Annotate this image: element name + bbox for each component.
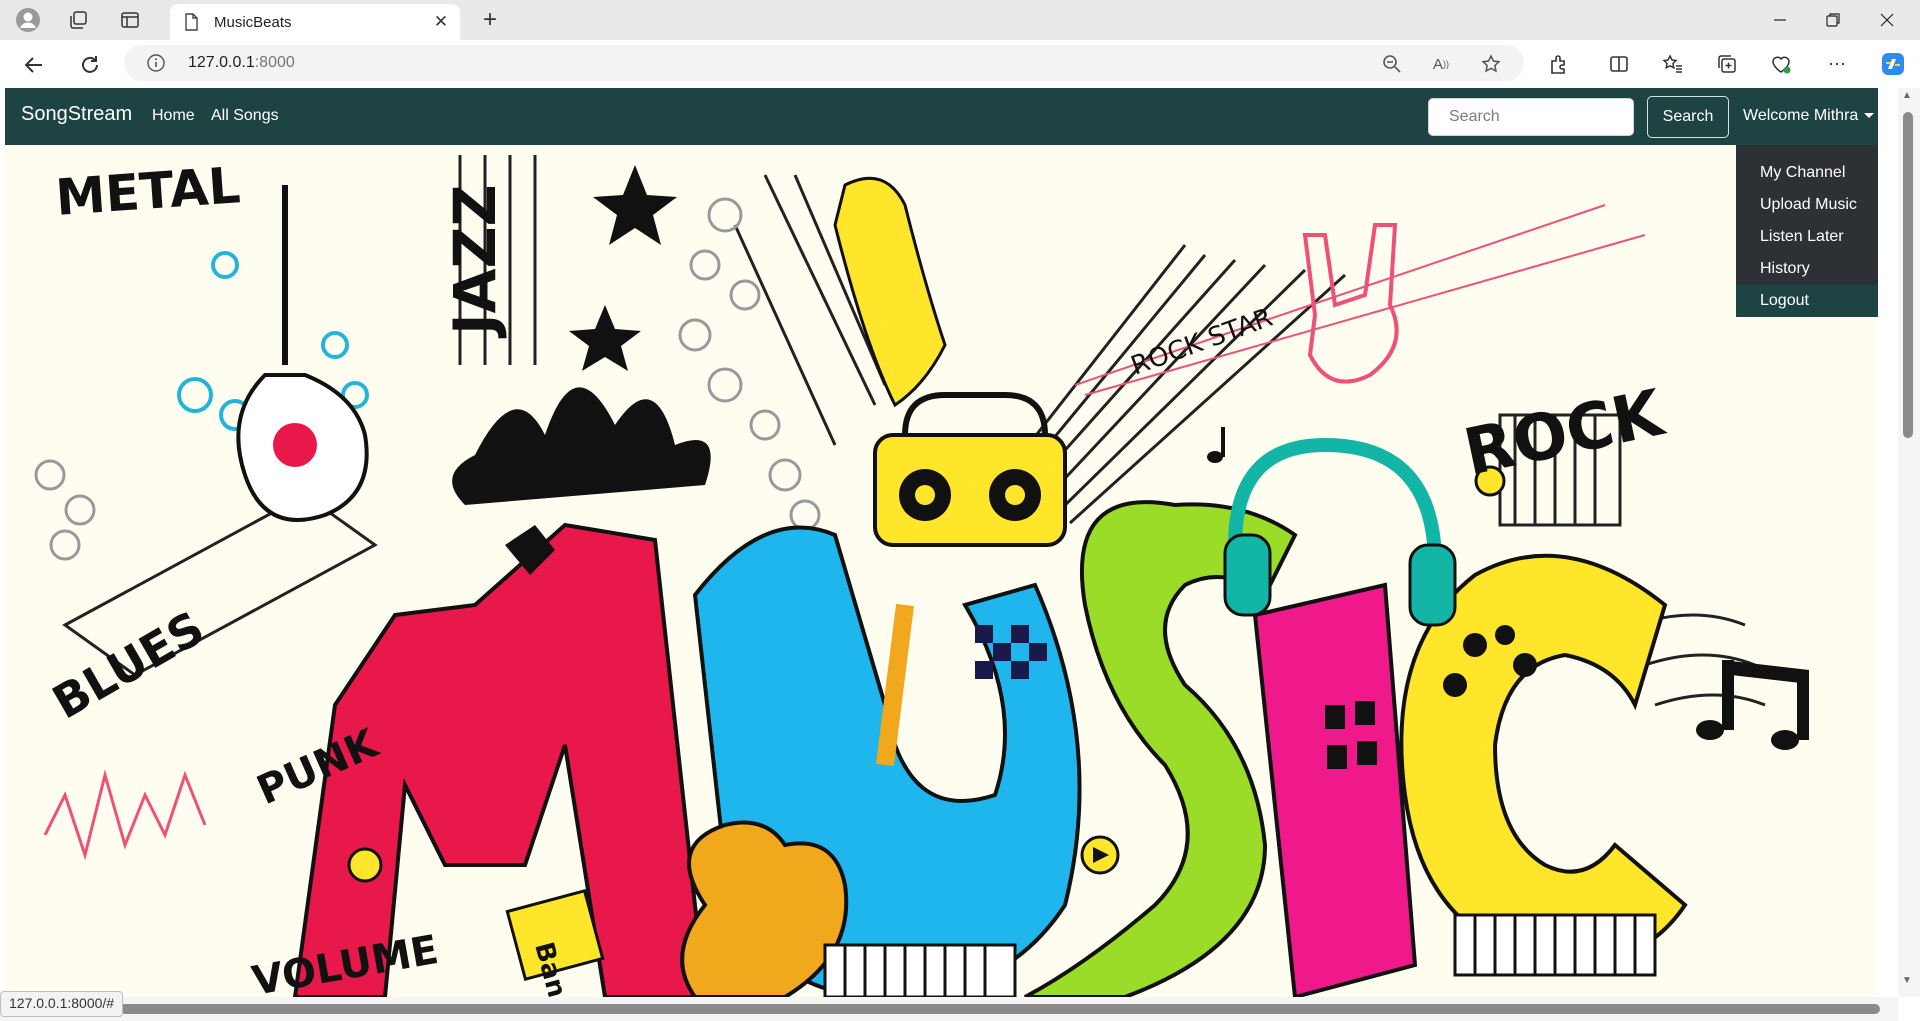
menu-item-logout[interactable]: Logout xyxy=(1736,285,1878,317)
url-port: :8000 xyxy=(254,54,295,71)
brand-link[interactable]: SongStream xyxy=(21,103,132,126)
workspaces-icon[interactable] xyxy=(64,6,92,34)
menu-item-label: Upload Music xyxy=(1760,196,1857,213)
menu-item-label: Logout xyxy=(1760,292,1809,309)
split-screen-icon[interactable] xyxy=(1606,51,1632,77)
vertical-scrollbar[interactable]: ▲ ▼ xyxy=(1898,88,1920,997)
menu-item-label: My Channel xyxy=(1760,164,1846,181)
caret-down-icon xyxy=(1864,113,1875,119)
restore-button[interactable] xyxy=(1808,0,1858,40)
nav-all-songs-link[interactable]: All Songs xyxy=(211,107,279,125)
menu-item-history[interactable]: History xyxy=(1736,253,1878,285)
page-viewport: SongStream Home All Songs Search Welcome… xyxy=(5,88,1878,997)
read-aloud-icon[interactable]: A)) xyxy=(1430,53,1452,75)
browser-essentials-icon[interactable] xyxy=(1768,51,1794,77)
search-button[interactable]: Search xyxy=(1647,96,1729,138)
horizontal-scrollbar[interactable] xyxy=(0,997,1898,1021)
status-bar-url: 127.0.0.1:8000/# xyxy=(0,991,124,1017)
music-hero-illustration: METAL BLUES PUNK JAZZ ROCK ROCK STAR Ban… xyxy=(5,145,1878,997)
more-options-icon[interactable]: ⋯ xyxy=(1824,51,1850,77)
tab-musicbeats[interactable]: MusicBeats ✕ xyxy=(170,4,460,40)
close-window-button[interactable] xyxy=(1862,0,1912,40)
tab-actions-icon[interactable] xyxy=(116,6,144,34)
scroll-down-arrow-icon[interactable]: ▼ xyxy=(1902,975,1912,986)
zoom-out-icon[interactable] xyxy=(1381,53,1403,75)
favorites-icon[interactable] xyxy=(1660,51,1686,77)
menu-item-listen-later[interactable]: Listen Later xyxy=(1736,221,1878,253)
menu-item-my-channel[interactable]: My Channel xyxy=(1736,157,1878,189)
extensions-icon[interactable] xyxy=(1546,51,1572,77)
new-tab-button[interactable]: + xyxy=(476,6,504,34)
app-navbar: SongStream Home All Songs Search Welcome… xyxy=(5,88,1878,145)
site-info-icon[interactable] xyxy=(146,53,166,73)
address-bar[interactable]: 127.0.0.1:8000 A)) xyxy=(124,45,1524,81)
user-menu-label: Welcome Mithra xyxy=(1743,107,1859,124)
user-dropdown-menu: My Channel Upload Music Listen Later His… xyxy=(1736,145,1878,317)
url-host: 127.0.0.1 xyxy=(188,54,255,71)
browser-toolbar: 127.0.0.1:8000 A)) ⋯ xyxy=(0,40,1920,88)
collections-icon[interactable] xyxy=(1714,51,1740,77)
menu-item-label: History xyxy=(1760,260,1810,277)
scroll-up-arrow-icon[interactable]: ▲ xyxy=(1902,90,1912,101)
menu-item-label: Listen Later xyxy=(1760,228,1844,245)
tab-title: MusicBeats xyxy=(214,13,292,31)
refresh-icon[interactable] xyxy=(74,49,106,81)
page-icon xyxy=(185,13,198,31)
close-tab-icon[interactable]: ✕ xyxy=(430,11,452,33)
back-arrow-icon[interactable] xyxy=(18,49,50,81)
minimize-button[interactable] xyxy=(1755,0,1805,40)
url-text: 127.0.0.1:8000 xyxy=(188,54,295,72)
copilot-icon[interactable] xyxy=(1880,51,1906,77)
nav-home-link[interactable]: Home xyxy=(152,107,195,125)
search-input[interactable] xyxy=(1428,98,1634,136)
user-menu-toggle[interactable]: Welcome Mithra xyxy=(1743,107,1875,125)
horizontal-scroll-thumb[interactable] xyxy=(120,1004,1880,1014)
menu-item-upload-music[interactable]: Upload Music xyxy=(1736,189,1878,221)
vertical-scroll-thumb[interactable] xyxy=(1903,112,1913,438)
profile-icon[interactable] xyxy=(14,6,42,34)
browser-tab-bar: MusicBeats ✕ + xyxy=(0,0,1920,40)
svg-text:JAZZ: JAZZ xyxy=(441,184,509,339)
favorite-star-icon[interactable] xyxy=(1480,53,1502,75)
